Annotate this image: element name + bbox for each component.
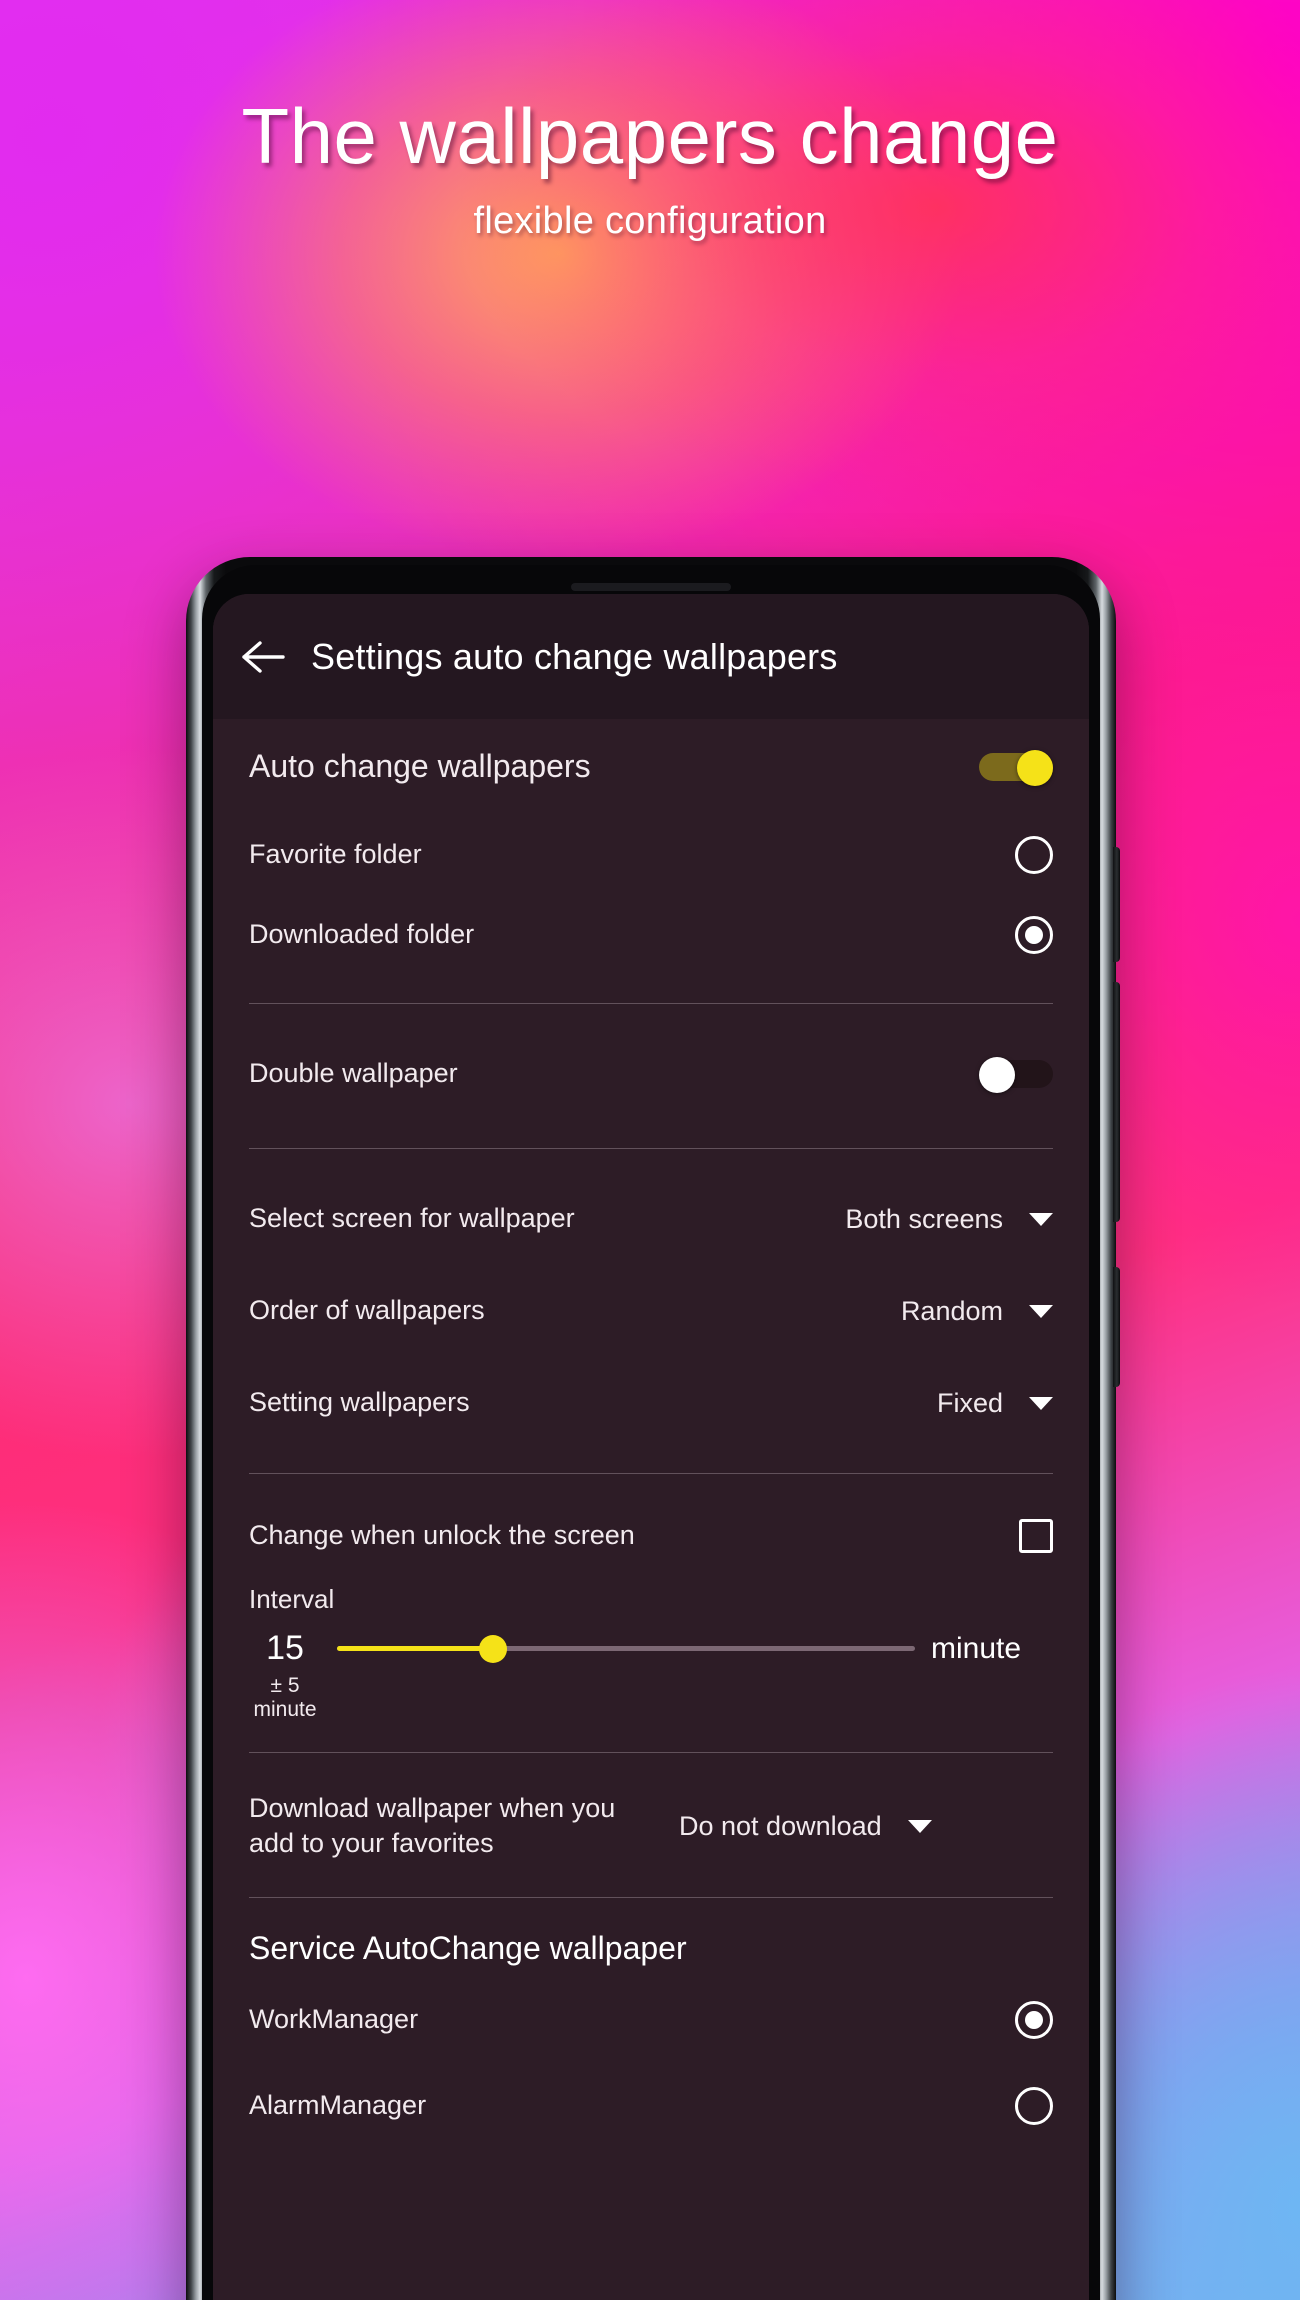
row-downloaded-folder[interactable]: Downloaded folder xyxy=(237,895,1065,975)
interval-tolerance-label: ± 5 minute xyxy=(253,1674,317,1721)
phone-side-button-middle[interactable] xyxy=(1113,982,1120,1222)
chevron-down-icon[interactable] xyxy=(1029,1212,1053,1226)
change-when-unlock-checkbox[interactable] xyxy=(1019,1519,1053,1553)
order-of-wallpapers-label: Order of wallpapers xyxy=(249,1295,485,1326)
promo-screenshot: The wallpapers change flexible configura… xyxy=(0,0,1300,2300)
double-wallpaper-label: Double wallpaper xyxy=(249,1058,458,1089)
arrow-left-icon[interactable] xyxy=(235,629,291,685)
interval-slider[interactable] xyxy=(337,1632,915,1666)
auto-change-wallpapers-toggle[interactable] xyxy=(979,750,1053,786)
service-section-title: Service AutoChange wallpaper xyxy=(249,1930,687,1966)
toggle-thumb xyxy=(1017,750,1053,786)
select-screen-label: Select screen for wallpaper xyxy=(249,1203,575,1234)
interval-value: 15 xyxy=(266,1629,304,1667)
row-change-when-unlock[interactable]: Change when unlock the screen xyxy=(237,1494,1065,1578)
row-select-screen-for-wallpaper[interactable]: Select screen for wallpaper Both screens xyxy=(237,1173,1065,1265)
favorite-folder-radio[interactable] xyxy=(1015,836,1053,874)
slider-fill xyxy=(337,1646,494,1651)
phone-screen: Settings auto change wallpapers Auto cha… xyxy=(213,594,1089,2300)
chevron-down-icon[interactable] xyxy=(1029,1396,1053,1410)
hero-subtitle: flexible configuration xyxy=(473,199,827,242)
alarmmanager-radio[interactable] xyxy=(1015,2087,1053,2125)
divider xyxy=(249,1473,1053,1474)
interval-label: Interval xyxy=(249,1584,335,1614)
auto-change-wallpapers-label: Auto change wallpapers xyxy=(249,748,591,785)
row-setting-wallpapers[interactable]: Setting wallpapers Fixed xyxy=(237,1357,1065,1449)
workmanager-label: WorkManager xyxy=(249,2004,419,2035)
row-alarmmanager[interactable]: AlarmManager xyxy=(237,2063,1065,2149)
divider xyxy=(249,1003,1053,1004)
divider xyxy=(249,1752,1053,1753)
chevron-down-icon[interactable] xyxy=(907,1819,932,1833)
row-auto-change-wallpapers[interactable]: Auto change wallpapers xyxy=(237,719,1065,815)
downloaded-folder-radio[interactable] xyxy=(1015,916,1053,954)
phone-side-button-bottom[interactable] xyxy=(1113,1267,1120,1387)
settings-list: Auto change wallpapers Favorite folder D… xyxy=(213,719,1089,2149)
select-screen-value: Both screens xyxy=(845,1203,1003,1234)
workmanager-radio[interactable] xyxy=(1015,2001,1053,2039)
row-download-on-favorite[interactable]: Download wallpaper when you add to your … xyxy=(237,1771,1065,1881)
row-order-of-wallpapers[interactable]: Order of wallpapers Random xyxy=(237,1265,1065,1357)
row-favorite-folder[interactable]: Favorite folder xyxy=(237,815,1065,895)
downloaded-folder-label: Downloaded folder xyxy=(249,919,475,950)
row-workmanager[interactable]: WorkManager xyxy=(237,1977,1065,2063)
setting-wallpapers-value: Fixed xyxy=(936,1387,1003,1418)
download-on-favorite-value: Do not download xyxy=(679,1810,882,1841)
setting-wallpapers-label: Setting wallpapers xyxy=(249,1387,470,1418)
double-wallpaper-toggle[interactable] xyxy=(979,1057,1053,1093)
app-bar-title: Settings auto change wallpapers xyxy=(311,635,838,677)
phone-earpiece-speaker xyxy=(571,583,731,591)
hero-title: The wallpapers change xyxy=(241,92,1059,180)
slider-thumb[interactable] xyxy=(479,1634,508,1663)
change-when-unlock-label: Change when unlock the screen xyxy=(249,1520,635,1551)
divider xyxy=(249,1897,1053,1898)
toggle-thumb xyxy=(979,1057,1015,1093)
app-bar: Settings auto change wallpapers xyxy=(213,594,1089,719)
order-of-wallpapers-value: Random xyxy=(900,1295,1003,1326)
phone-mockup: Settings auto change wallpapers Auto cha… xyxy=(186,557,1120,2300)
interval-slider-row[interactable]: 15 minute xyxy=(237,1615,1065,1674)
phone-side-button-top[interactable] xyxy=(1113,847,1120,962)
interval-unit-label: minute xyxy=(931,1631,1022,1665)
favorite-folder-label: Favorite folder xyxy=(249,839,422,870)
divider xyxy=(249,1148,1053,1149)
download-on-favorite-label: Download wallpaper when you add to your … xyxy=(249,1792,616,1858)
chevron-down-icon[interactable] xyxy=(1029,1304,1053,1318)
row-double-wallpaper[interactable]: Double wallpaper xyxy=(237,1026,1065,1122)
alarmmanager-label: AlarmManager xyxy=(249,2090,427,2121)
hero-heading-group: The wallpapers change flexible configura… xyxy=(0,92,1300,243)
